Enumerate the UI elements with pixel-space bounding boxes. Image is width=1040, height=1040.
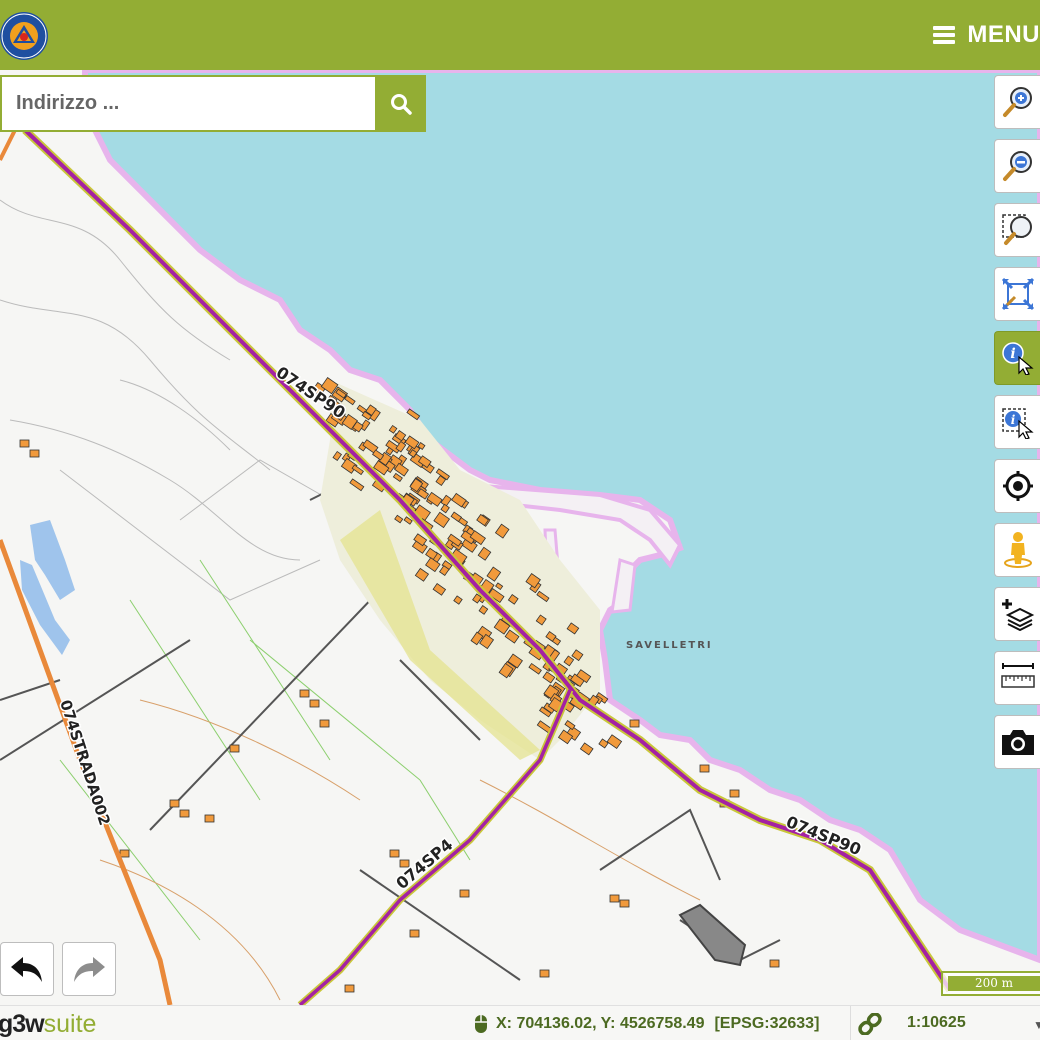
building: [629, 719, 640, 728]
building: [769, 959, 780, 968]
building: [409, 929, 420, 938]
building: [309, 699, 320, 708]
query-bbox-tool[interactable]: i: [994, 395, 1040, 449]
crs-label: [EPSG:32633]: [714, 1015, 820, 1032]
info-pointer-icon: i: [1001, 342, 1034, 375]
pegman-icon: [1003, 532, 1032, 568]
address-search-input[interactable]: [0, 75, 375, 132]
menu-label: MENU: [967, 21, 1040, 48]
building: [459, 889, 470, 898]
mouse-coordinates: X: 704136.02, Y: 4526758.49 [EPSG:32633]: [474, 1014, 819, 1034]
place-label-savelletri: SAVELLETRI: [626, 640, 713, 651]
redo-button[interactable]: [62, 942, 116, 996]
building: [539, 969, 550, 978]
building: [319, 719, 330, 728]
geolocation-tool[interactable]: [994, 459, 1040, 513]
search-button[interactable]: [375, 75, 426, 132]
full-extent-icon: [1001, 277, 1034, 311]
zoom-box-icon: [1001, 214, 1032, 245]
scale-bar: 200 m: [941, 971, 1040, 996]
footer-divider: [850, 1006, 851, 1040]
camera-icon: [1001, 730, 1034, 755]
ruler-icon: [1000, 663, 1035, 688]
svg-text:i: i: [1010, 346, 1015, 362]
building: [729, 789, 740, 798]
building: [229, 744, 240, 753]
svg-text:i: i: [1010, 413, 1015, 427]
undo-button[interactable]: [0, 942, 54, 996]
crosshair-icon: [1002, 471, 1033, 501]
building: [29, 449, 40, 458]
g3w-suite-brand[interactable]: g3wsuite: [0, 1010, 96, 1039]
building: [389, 849, 400, 858]
add-layer-tool[interactable]: [994, 587, 1040, 641]
footer-bar: g3wsuite X: 704136.02, Y: 4526758.49 [EP…: [0, 1005, 1040, 1040]
protezione-civile-logo[interactable]: [0, 6, 48, 64]
brand-suite: suite: [43, 1010, 97, 1038]
coordinates-value: X: 704136.02, Y: 4526758.49: [496, 1015, 705, 1032]
building: [119, 849, 130, 858]
map-canvas[interactable]: 074SP90 074SP90 074SP4 074STRADA002 SAVE…: [0, 70, 1040, 1005]
hamburger-icon: [933, 26, 956, 44]
building: [299, 689, 310, 698]
zoom-in-icon: [1002, 87, 1032, 117]
building: [179, 809, 190, 818]
brand-g3w: g3w: [0, 1010, 45, 1038]
link-icon[interactable]: [857, 1013, 883, 1035]
streetview-tool[interactable]: [994, 523, 1040, 577]
chevron-down-icon[interactable]: ▼: [1033, 1018, 1040, 1032]
building: [169, 799, 180, 808]
zoom-out-tool[interactable]: [994, 139, 1040, 193]
building: [609, 894, 620, 903]
query-tool[interactable]: i: [994, 331, 1040, 385]
info-box-icon: i: [1001, 408, 1034, 439]
screenshot-tool[interactable]: [994, 715, 1040, 769]
scale-bar-label: 200 m: [948, 976, 1040, 991]
menu-button[interactable]: MENU: [933, 18, 1040, 52]
search-icon: [390, 93, 412, 115]
undo-icon: [11, 957, 42, 982]
redo-icon: [74, 957, 105, 982]
header-bar: MENU: [0, 0, 1040, 70]
mouse-icon: [475, 1015, 487, 1033]
building: [699, 764, 710, 773]
zoom-full-extent-tool[interactable]: [994, 267, 1040, 321]
building: [204, 814, 215, 823]
zoom-in-tool[interactable]: [994, 75, 1040, 129]
map-toolbar: i i: [994, 75, 1040, 779]
add-layer-icon: [1001, 599, 1034, 631]
building: [619, 899, 630, 908]
building: [19, 439, 30, 448]
zoom-box-tool[interactable]: [994, 203, 1040, 257]
measure-tool[interactable]: [994, 651, 1040, 705]
zoom-out-icon: [1002, 151, 1032, 181]
history-controls: [0, 942, 124, 996]
scale-selector[interactable]: 1:10625: [907, 1014, 966, 1032]
building: [344, 984, 355, 993]
address-search: [0, 75, 426, 132]
